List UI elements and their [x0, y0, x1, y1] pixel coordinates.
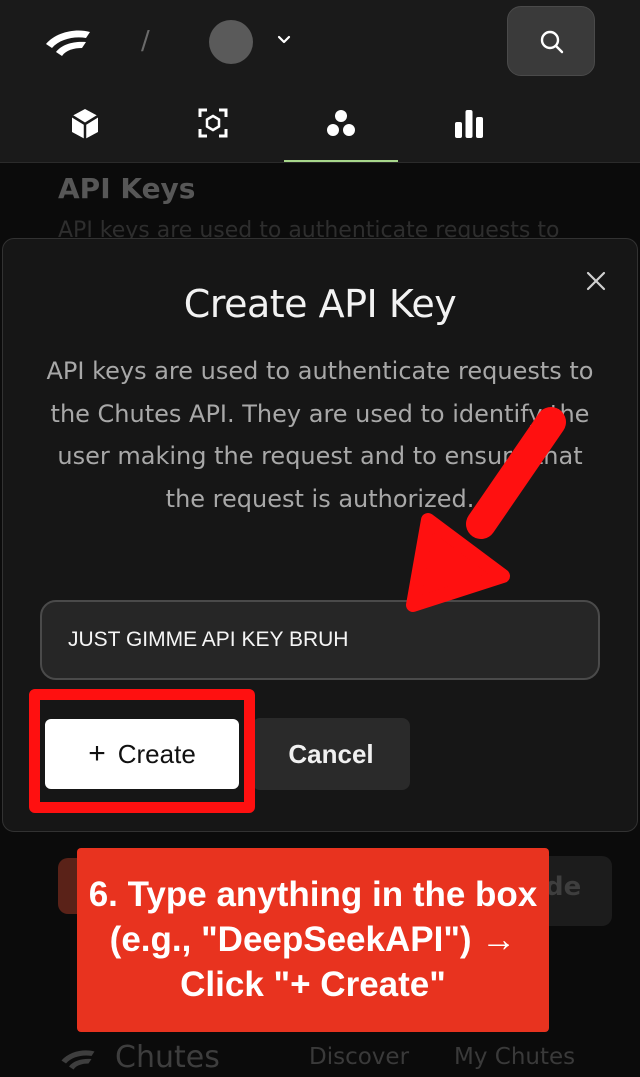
dialog-title: Create API Key [183, 282, 457, 326]
footer-logo-icon [61, 1050, 95, 1070]
top-bar: / [0, 0, 640, 163]
footer-brand: Chutes [115, 1040, 220, 1075]
background-button-label: de [545, 872, 582, 902]
api-key-name-input[interactable] [40, 600, 600, 680]
breadcrumb-separator: / [141, 26, 150, 56]
avatar-icon[interactable] [209, 20, 253, 64]
search-icon [540, 30, 564, 54]
cube-icon [71, 109, 99, 139]
bar-chart-icon [455, 110, 483, 138]
footer-link-my-chutes[interactable]: My Chutes [454, 1044, 575, 1070]
search-button[interactable] [507, 6, 595, 76]
annotation-highlight-box [29, 689, 255, 813]
tab-cube[interactable] [28, 98, 142, 160]
chutes-logo-icon[interactable] [42, 22, 94, 62]
scan-icon [198, 108, 228, 138]
tab-chutes[interactable] [284, 98, 398, 162]
chevron-down-icon[interactable] [274, 30, 294, 50]
circles-icon [327, 110, 355, 136]
page-title: API Keys [58, 172, 196, 205]
dialog-description: API keys are used to authenticate reques… [46, 357, 594, 513]
tab-scan[interactable] [156, 98, 270, 160]
cancel-button[interactable]: Cancel [252, 718, 410, 790]
annotation-callout: 6. Type anything in the box (e.g., "Deep… [77, 848, 549, 1032]
tab-stats[interactable] [412, 98, 526, 160]
footer-link-discover[interactable]: Discover [309, 1044, 409, 1070]
